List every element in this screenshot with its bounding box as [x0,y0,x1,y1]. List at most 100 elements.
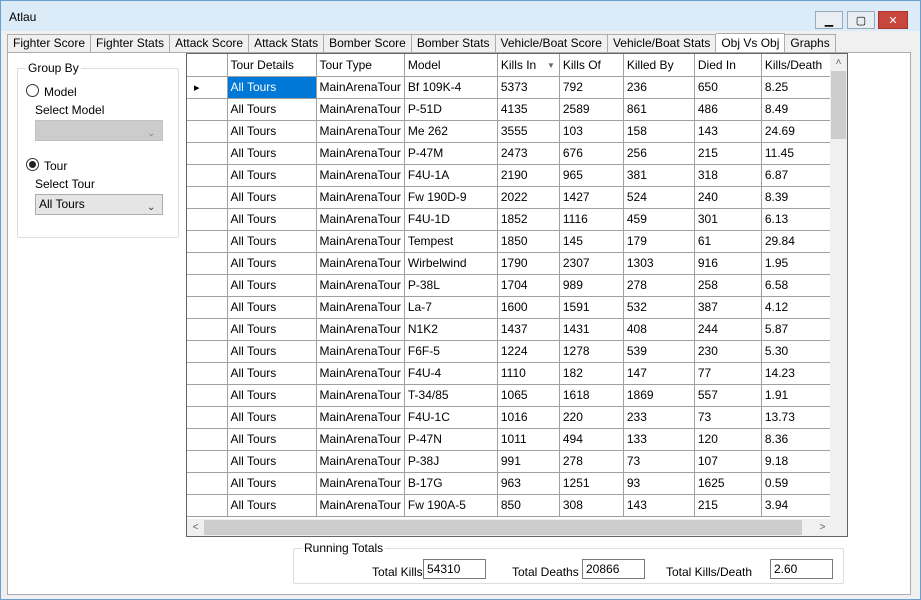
row-header[interactable] [187,406,228,429]
table-cell[interactable]: P-47N [404,428,498,451]
table-cell[interactable]: 2589 [559,98,624,121]
table-cell[interactable]: 278 [559,450,624,473]
table-cell[interactable]: 1437 [497,318,560,341]
table-cell[interactable]: 6.13 [761,208,839,231]
table-cell[interactable]: 381 [623,164,695,187]
table-cell[interactable]: N1K2 [404,318,498,341]
table-cell[interactable]: 4135 [497,98,560,121]
table-cell[interactable]: 8.25 [761,76,839,99]
table-cell[interactable]: 5.87 [761,318,839,341]
tab-obj-vs-obj[interactable]: Obj Vs Obj [716,33,786,53]
row-header[interactable] [187,274,228,297]
table-cell[interactable]: 2190 [497,164,560,187]
total-kd-field[interactable]: 2.60 [770,559,833,579]
table-cell[interactable]: 1618 [559,384,624,407]
model-radio[interactable] [26,84,39,97]
table-row[interactable]: All Tours MainArenaTour F6F-5 1224 1278 539 23… [187,340,839,363]
row-header[interactable] [187,208,228,231]
row-header[interactable] [187,472,228,495]
table-cell[interactable]: 182 [559,362,624,385]
tab-bomber-score[interactable]: Bomber Score [324,34,412,53]
vertical-scrollbar[interactable]: ˄ [830,54,847,519]
table-row[interactable]: All Tours MainArenaTour La-7 1600 1591 532 387… [187,296,839,319]
table-cell[interactable]: 301 [694,208,762,231]
scroll-up-icon[interactable]: ˄ [830,54,847,71]
close-button[interactable]: ✕ [878,11,908,29]
table-cell[interactable]: 539 [623,340,695,363]
vertical-scroll-thumb[interactable] [831,71,846,139]
table-cell[interactable]: 850 [497,494,560,517]
table-row[interactable]: All Tours MainArenaTour Fw 190A-5 850 308 143… [187,494,839,517]
table-row[interactable]: All Tours MainArenaTour Fw 190D-9 2022 1427 5… [187,186,839,209]
table-cell[interactable]: 308 [559,494,624,517]
row-header[interactable]: ▸ [187,76,228,99]
table-cell[interactable]: 1.91 [761,384,839,407]
table-cell[interactable]: 2473 [497,142,560,165]
table-cell[interactable]: All Tours [227,384,317,407]
table-cell[interactable]: 103 [559,120,624,143]
table-cell[interactable]: T-34/85 [404,384,498,407]
table-cell[interactable]: 1625 [694,472,762,495]
table-cell[interactable]: All Tours [227,428,317,451]
table-cell[interactable]: 3.94 [761,494,839,517]
table-cell[interactable]: MainArenaTour [316,252,405,275]
table-cell[interactable]: 143 [694,120,762,143]
table-cell[interactable]: MainArenaTour [316,142,405,165]
table-cell[interactable]: 5.30 [761,340,839,363]
table-cell[interactable]: MainArenaTour [316,428,405,451]
table-cell[interactable]: 13.73 [761,406,839,429]
table-cell[interactable]: 1704 [497,274,560,297]
table-cell[interactable]: 1278 [559,340,624,363]
column-header[interactable]: Model [404,54,498,77]
scroll-left-icon[interactable]: ˂ [187,519,204,536]
table-row[interactable]: All Tours MainArenaTour P-51D 4135 2589 861 48… [187,98,839,121]
table-row[interactable]: All Tours MainArenaTour T-34/85 1065 1618 186… [187,384,839,407]
row-header[interactable] [187,340,228,363]
table-cell[interactable]: 676 [559,142,624,165]
table-cell[interactable]: All Tours [227,230,317,253]
table-cell[interactable]: MainArenaTour [316,98,405,121]
table-cell[interactable]: MainArenaTour [316,76,405,99]
table-cell[interactable]: 2307 [559,252,624,275]
table-cell[interactable]: 5373 [497,76,560,99]
table-row[interactable]: All Tours MainArenaTour Wirbelwind 1790 2307… [187,252,839,275]
table-cell[interactable]: 1850 [497,230,560,253]
table-cell[interactable]: 236 [623,76,695,99]
table-row[interactable]: All Tours MainArenaTour P-47N 1011 494 133 120… [187,428,839,451]
table-cell[interactable]: All Tours [227,120,317,143]
table-cell[interactable]: All Tours [227,296,317,319]
table-cell[interactable]: MainArenaTour [316,120,405,143]
table-cell[interactable]: 93 [623,472,695,495]
table-cell[interactable]: All Tours [227,494,317,517]
table-cell[interactable]: 408 [623,318,695,341]
table-cell[interactable]: 1869 [623,384,695,407]
table-cell[interactable]: 230 [694,340,762,363]
table-cell[interactable]: 143 [623,494,695,517]
table-cell[interactable]: All Tours [227,472,317,495]
column-header[interactable]: Kills In ▼ [497,54,560,77]
table-cell[interactable]: F6F-5 [404,340,498,363]
table-cell[interactable]: MainArenaTour [316,340,405,363]
table-cell[interactable]: 3555 [497,120,560,143]
table-cell[interactable]: 14.23 [761,362,839,385]
table-cell[interactable]: MainArenaTour [316,164,405,187]
table-cell[interactable]: 1600 [497,296,560,319]
tab-attack-score[interactable]: Attack Score [170,34,250,53]
row-header[interactable] [187,164,228,187]
row-header[interactable] [187,494,228,517]
table-cell[interactable]: 8.36 [761,428,839,451]
table-cell[interactable]: Fw 190A-5 [404,494,498,517]
table-cell[interactable]: 1.95 [761,252,839,275]
table-cell[interactable]: 2022 [497,186,560,209]
minimize-button[interactable]: ▁ [815,11,843,29]
tab-attack-stats[interactable]: Attack Stats [249,34,325,53]
table-cell[interactable]: 1110 [497,362,560,385]
table-cell[interactable]: 1427 [559,186,624,209]
table-cell[interactable]: 133 [623,428,695,451]
table-cell[interactable]: 179 [623,230,695,253]
table-cell[interactable]: 11.45 [761,142,839,165]
table-cell[interactable]: 244 [694,318,762,341]
table-row[interactable]: ▸ All Tours MainArenaTour Bf 109K-4 5373 792 2… [187,76,839,99]
table-cell[interactable]: 532 [623,296,695,319]
table-cell[interactable]: MainArenaTour [316,208,405,231]
